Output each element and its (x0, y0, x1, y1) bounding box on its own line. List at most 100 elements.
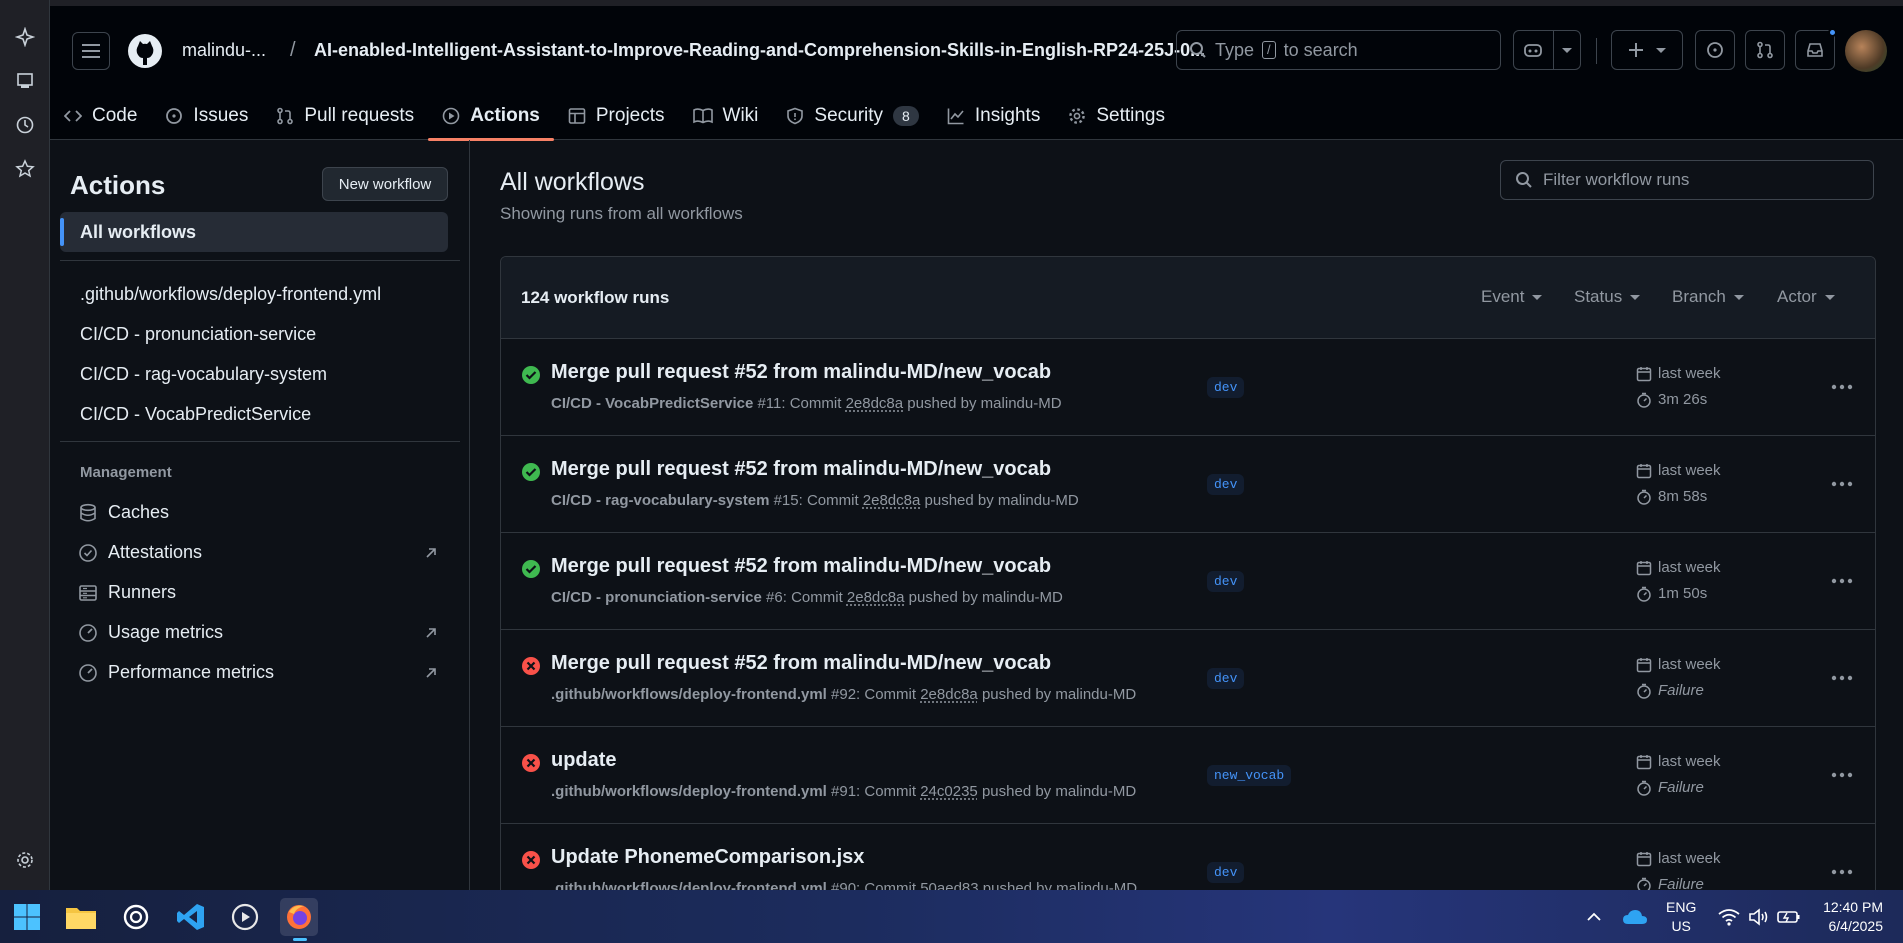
tab-issues[interactable]: Issues (151, 92, 262, 140)
run-title-link[interactable]: Merge pull request #52 from malindu-MD/n… (551, 361, 1051, 384)
sidebar-item-workflow[interactable]: CI/CD - pronunciation-service (80, 324, 316, 345)
search-input[interactable]: Type / to search (1176, 30, 1501, 70)
menu-button[interactable] (72, 32, 110, 70)
run-title-link[interactable]: update (551, 749, 617, 772)
tab-pull-requests[interactable]: Pull requests (262, 92, 428, 140)
pull-requests-button[interactable] (1745, 30, 1785, 70)
run-meta: .github/workflows/deploy-frontend.yml #9… (551, 880, 1137, 890)
new-workflow-button[interactable]: New workflow (322, 167, 448, 201)
onedrive-cloud-icon[interactable] (1616, 898, 1654, 936)
kebab-menu-icon[interactable] (1826, 472, 1858, 496)
tab-insights[interactable]: Insights (933, 92, 1054, 140)
firefox-icon[interactable] (280, 898, 318, 936)
commit-sha-link[interactable]: 2e8dc8a (847, 589, 905, 606)
branch-badge[interactable]: dev (1207, 571, 1245, 592)
run-meta: CI/CD - VocabPredictService #11: Commit … (551, 395, 1062, 412)
commit-sha-link[interactable]: 2e8dc8a (846, 395, 904, 412)
actor-filter-dropdown[interactable]: Actor (1777, 287, 1835, 307)
avatar[interactable] (1845, 30, 1887, 72)
play-icon (442, 107, 460, 125)
repo-name-link[interactable]: AI-enabled-Intelligent-Assistant-to-Impr… (314, 40, 1205, 61)
vscode-icon[interactable] (172, 898, 210, 936)
kebab-menu-icon[interactable] (1826, 375, 1858, 399)
table-row[interactable]: Merge pull request #52 from malindu-MD/n… (501, 630, 1875, 727)
sidebar-item-label: Caches (108, 502, 170, 522)
sidebar-item-performance-metrics[interactable]: Performance metrics (78, 662, 438, 683)
settings-icon[interactable] (8, 843, 42, 877)
tab-projects[interactable]: Projects (554, 92, 679, 140)
kebab-menu-icon[interactable] (1826, 666, 1858, 690)
table-row[interactable]: Merge pull request #52 from malindu-MD/n… (501, 533, 1875, 630)
copilot-button[interactable] (1513, 30, 1581, 70)
shield-icon (787, 107, 804, 125)
sidebar-item-attestations[interactable]: Attestations (78, 542, 438, 563)
kebab-menu-icon[interactable] (1826, 569, 1858, 593)
sidebar-item-workflow[interactable]: .github/workflows/deploy-frontend.yml (80, 284, 381, 305)
run-title-link[interactable]: Update PhonemeComparison.jsx (551, 846, 864, 869)
commit-sha-link[interactable]: 24c0235 (920, 783, 978, 800)
language-indicator[interactable]: ENG US (1666, 898, 1696, 936)
inbox-button[interactable] (1795, 28, 1837, 70)
status-filter-dropdown[interactable]: Status (1574, 287, 1641, 307)
table-row[interactable]: update .github/workflows/deploy-frontend.… (501, 727, 1875, 824)
system-clock[interactable]: 12:40 PM 6/4/2025 (1823, 898, 1883, 936)
run-title-link[interactable]: Merge pull request #52 from malindu-MD/n… (551, 652, 1051, 675)
commit-sha-link[interactable]: 2e8dc8a (863, 492, 921, 509)
sidebar-item-workflow[interactable]: CI/CD - rag-vocabulary-system (80, 364, 327, 385)
branch-badge[interactable]: dev (1207, 474, 1245, 495)
commit-sha-link[interactable]: 2e8dc8a (920, 686, 978, 703)
kebab-menu-icon[interactable] (1826, 763, 1858, 787)
windows-start-icon[interactable] (8, 898, 46, 936)
sidebar-item-caches[interactable]: Caches (78, 502, 438, 523)
github-logo-icon[interactable] (126, 32, 164, 70)
screen: malindu-... / AI-enabled-Intelligent-Ass… (0, 0, 1903, 943)
tab-settings[interactable]: Settings (1054, 92, 1179, 140)
run-title-link[interactable]: Merge pull request #52 from malindu-MD/n… (551, 555, 1051, 578)
run-duration-text: Failure (1658, 779, 1704, 796)
arrow-up-right-icon (426, 547, 436, 558)
search-icon (1516, 172, 1532, 188)
filter-runs-input[interactable]: Filter workflow runs (1500, 160, 1874, 200)
copilot-icon (1523, 44, 1542, 57)
chatgpt-icon[interactable] (117, 898, 155, 936)
sidebar-item-runners[interactable]: Runners (78, 582, 438, 603)
bookmark-star-icon[interactable] (8, 152, 42, 186)
event-filter-dropdown[interactable]: Event (1481, 287, 1543, 307)
check-circle-icon (521, 365, 541, 385)
active-app-indicator (293, 938, 307, 941)
runs-list-header: 124 workflow runs Event Status Branch Ac… (501, 257, 1875, 339)
sidebar-item-all-workflows[interactable]: All workflows (60, 212, 448, 252)
branch-badge[interactable]: dev (1207, 377, 1245, 398)
run-date: last week (1636, 656, 1721, 673)
tab-label: Projects (595, 105, 665, 126)
file-explorer-icon[interactable] (62, 898, 100, 936)
battery-icon[interactable] (1770, 898, 1808, 936)
branch-badge[interactable]: dev (1207, 862, 1245, 883)
history-icon[interactable] (8, 108, 42, 142)
table-row[interactable]: Update PhonemeComparison.jsx .github/work… (501, 824, 1875, 890)
plus-icon (1629, 43, 1643, 57)
tab-wiki[interactable]: Wiki (679, 92, 773, 140)
media-player-icon[interactable] (226, 898, 264, 936)
branch-filter-dropdown[interactable]: Branch (1672, 287, 1744, 307)
tab-security[interactable]: Security 8 (772, 92, 932, 140)
run-title-link[interactable]: Merge pull request #52 from malindu-MD/n… (551, 458, 1051, 481)
sidebar-item-workflow[interactable]: CI/CD - VocabPredictService (80, 404, 311, 425)
tab-label: Settings (1096, 105, 1165, 126)
create-new-button[interactable] (1611, 30, 1683, 70)
repo-owner-link[interactable]: malindu-... (182, 40, 266, 61)
table-row[interactable]: Merge pull request #52 from malindu-MD/n… (501, 339, 1875, 436)
table-row[interactable]: Merge pull request #52 from malindu-MD/n… (501, 436, 1875, 533)
commit-sha-link[interactable]: 50aed83 (920, 880, 978, 890)
issues-button[interactable] (1695, 30, 1735, 70)
kebab-menu-icon[interactable] (1826, 860, 1858, 884)
run-meta: CI/CD - rag-vocabulary-system #15: Commi… (551, 492, 1079, 509)
sparkle-icon[interactable] (8, 20, 42, 54)
chevron-up-icon[interactable] (1575, 898, 1613, 936)
branch-badge[interactable]: new_vocab (1207, 765, 1292, 786)
tab-code[interactable]: Code (50, 92, 151, 140)
tab-actions[interactable]: Actions (428, 92, 554, 141)
branch-badge[interactable]: dev (1207, 668, 1245, 689)
tabs-icon[interactable] (8, 64, 42, 98)
sidebar-item-usage-metrics[interactable]: Usage metrics (78, 622, 438, 643)
